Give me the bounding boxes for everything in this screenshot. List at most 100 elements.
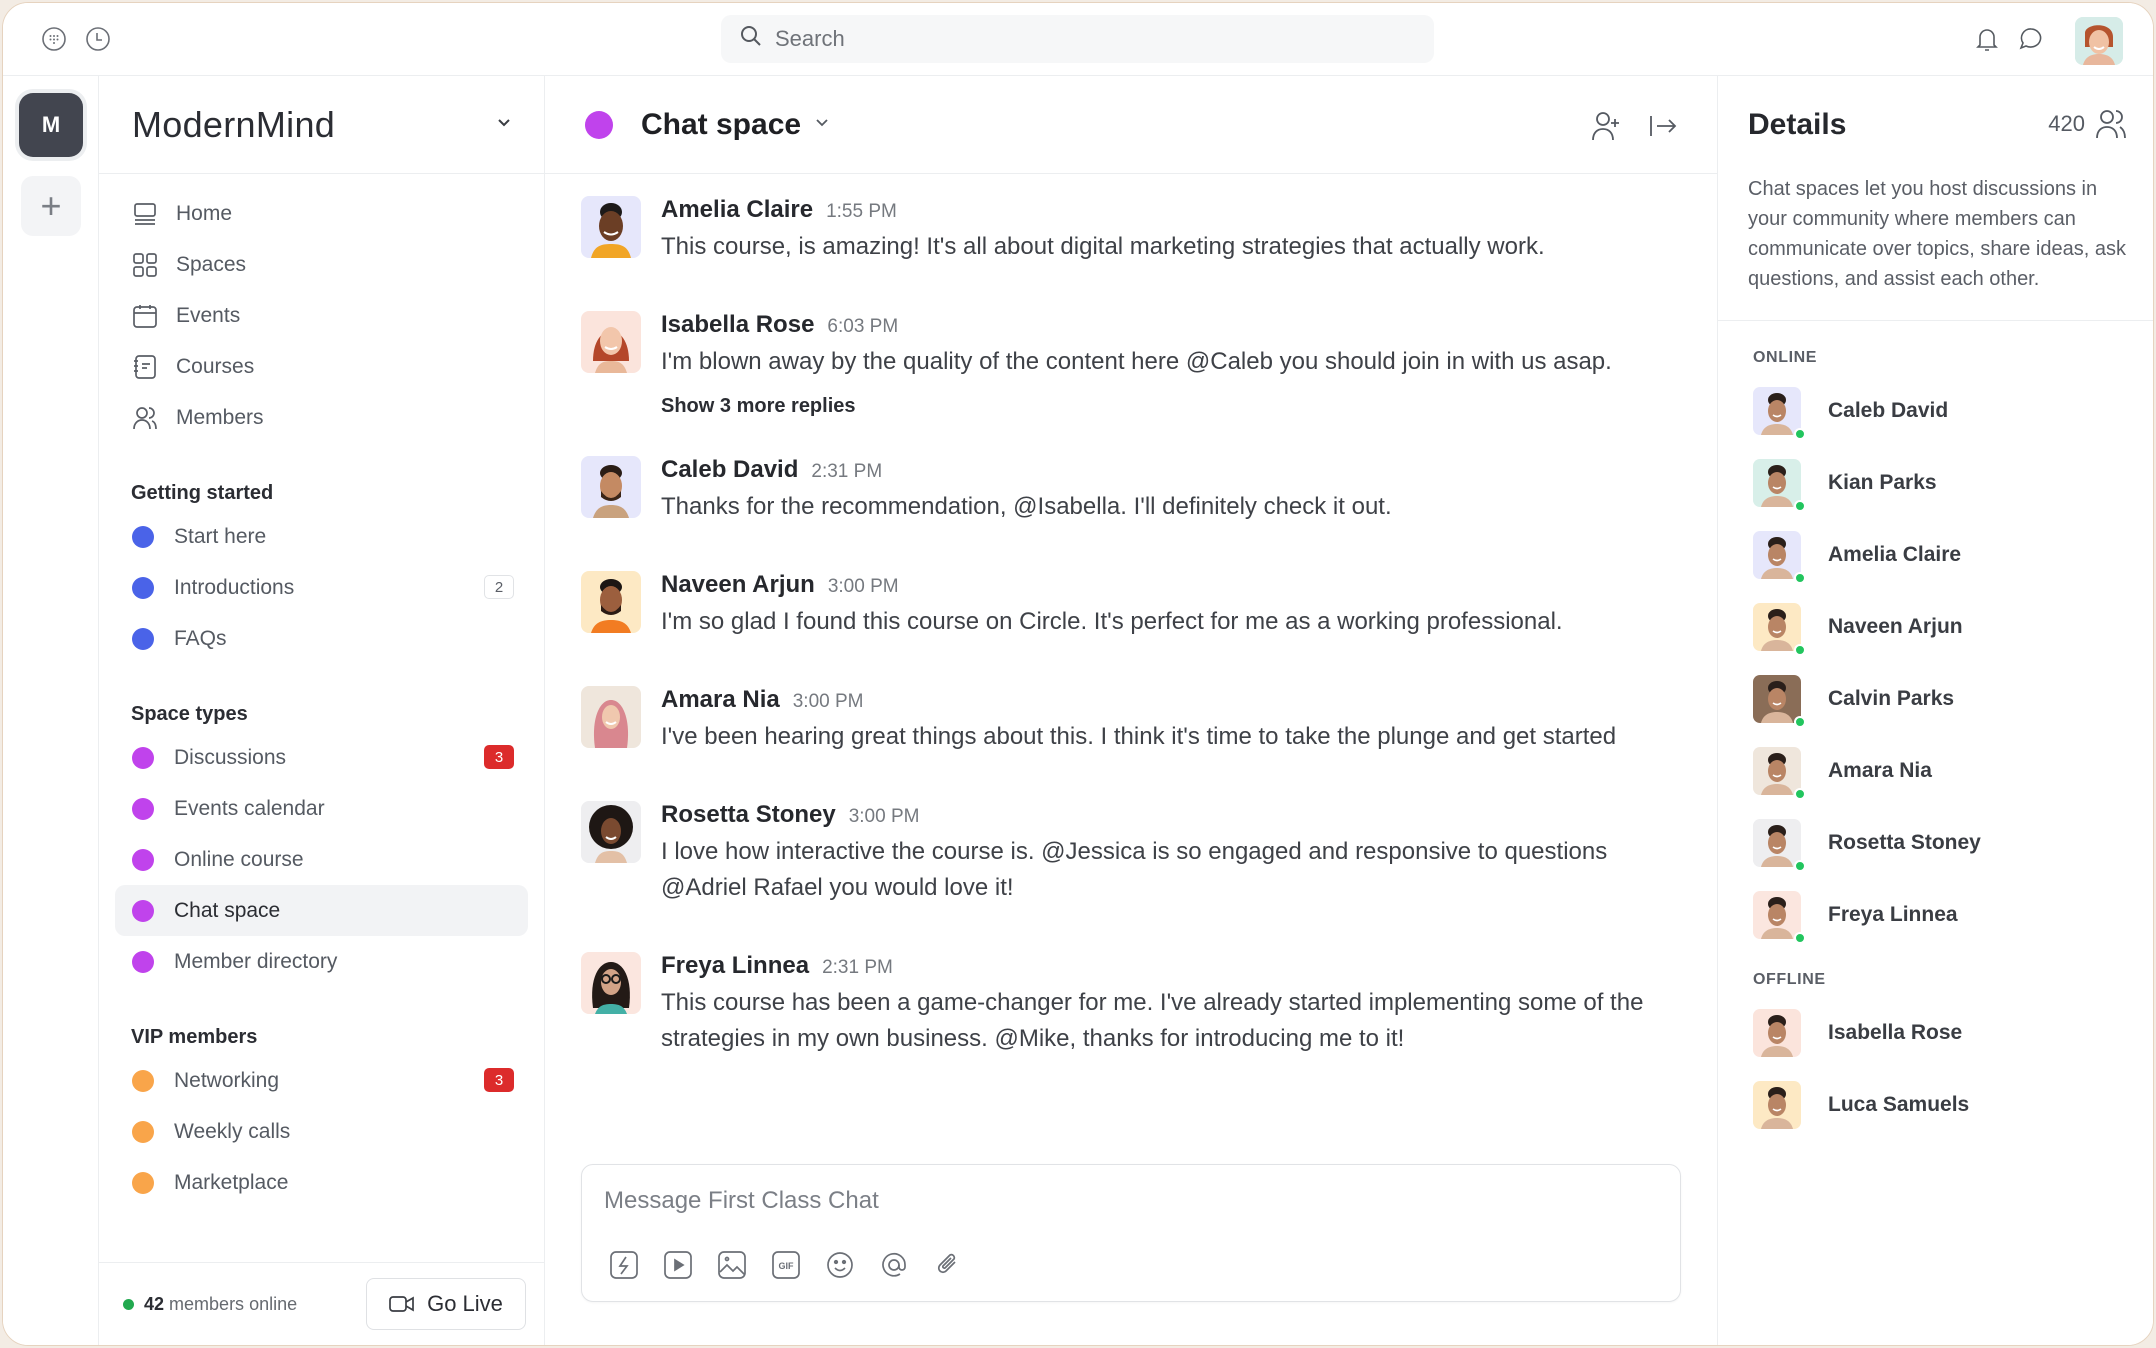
nav-item-members[interactable]: Members <box>99 392 544 443</box>
space-item-networking[interactable]: Networking 3 <box>115 1055 528 1106</box>
members-icon <box>133 406 157 429</box>
member-item[interactable]: Luca Samuels <box>1718 1069 2153 1141</box>
community-header[interactable]: ModernMind <box>99 76 544 174</box>
online-status-indicator <box>1794 572 1806 584</box>
author-avatar[interactable] <box>581 571 641 633</box>
online-count: 42 <box>144 1293 165 1314</box>
author-name[interactable]: Rosetta Stoney <box>661 801 836 829</box>
attachment-icon[interactable] <box>932 1249 964 1281</box>
chat-title[interactable]: Chat space <box>641 108 801 142</box>
space-item-events-calendar[interactable]: Events calendar <box>115 783 528 834</box>
member-count[interactable]: 420 <box>2048 108 2127 140</box>
message-input[interactable] <box>604 1183 1658 1219</box>
member-name: Naveen Arjun <box>1828 615 1963 638</box>
space-item-discussions[interactable]: Discussions 3 <box>115 732 528 783</box>
author-avatar[interactable] <box>581 456 641 518</box>
search-bar[interactable]: Search <box>721 15 1434 63</box>
member-name: Rosetta Stoney <box>1828 831 1981 854</box>
nav-item-courses[interactable]: Courses <box>99 341 544 392</box>
gif-icon[interactable]: GIF <box>770 1249 802 1281</box>
nav-item-home[interactable]: Home <box>99 188 544 239</box>
author-avatar[interactable] <box>581 196 641 258</box>
group-title-getting-started: Getting started <box>131 482 274 504</box>
lightning-icon[interactable] <box>608 1249 640 1281</box>
author-name[interactable]: Amara Nia <box>661 686 780 714</box>
author-name[interactable]: Naveen Arjun <box>661 571 815 599</box>
member-item[interactable]: Amara Nia <box>1718 735 2153 807</box>
member-avatar <box>1753 387 1806 440</box>
collapse-panel-icon[interactable] <box>1645 108 1681 144</box>
author-avatar[interactable] <box>581 686 641 748</box>
space-item-introductions[interactable]: Introductions 2 <box>115 562 528 613</box>
author-name[interactable]: Caleb David <box>661 456 798 484</box>
space-color-dot <box>132 627 154 650</box>
grid-dial-icon[interactable] <box>40 25 68 53</box>
member-item[interactable]: Freya Linnea <box>1718 879 2153 951</box>
video-camera-icon <box>389 1296 414 1312</box>
details-panel: Details 420 Chat spaces let you host dis… <box>1718 76 2153 1345</box>
nav-item-events[interactable]: Events <box>99 290 544 341</box>
member-avatar <box>1753 459 1806 512</box>
space-item-marketplace[interactable]: Marketplace <box>115 1157 528 1208</box>
author-name[interactable]: Amelia Claire <box>661 196 813 224</box>
member-item[interactable]: Calvin Parks <box>1718 663 2153 735</box>
space-item-start-here[interactable]: Start here <box>115 511 528 562</box>
plus-icon: + <box>40 185 62 226</box>
space-color-dot <box>132 848 154 871</box>
space-item-member-directory[interactable]: Member directory <box>115 936 528 987</box>
clock-icon[interactable] <box>84 25 112 53</box>
member-item[interactable]: Rosetta Stoney <box>1718 807 2153 879</box>
message-text: This course has been a game-changer for … <box>661 989 1644 1052</box>
space-label: Chat space <box>174 898 281 922</box>
author-avatar[interactable] <box>581 311 641 373</box>
member-item[interactable]: Caleb David <box>1718 375 2153 447</box>
chat-bubble-icon[interactable] <box>2015 23 2047 55</box>
space-color-dot <box>132 525 154 548</box>
space-item-online-course[interactable]: Online course <box>115 834 528 885</box>
member-item[interactable]: Naveen Arjun <box>1718 591 2153 663</box>
member-name: Luca Samuels <box>1828 1093 1970 1116</box>
online-section-title: ONLINE <box>1753 349 1818 366</box>
member-avatar <box>1753 531 1806 584</box>
member-item[interactable]: Amelia Claire <box>1718 519 2153 591</box>
user-avatar[interactable] <box>2075 17 2123 65</box>
community-switcher-modernmind[interactable]: M <box>19 93 83 157</box>
message-item: Amara Nia 3:00 PM I've been hearing great… <box>581 686 1687 755</box>
unread-badge: 3 <box>484 745 514 769</box>
mention-icon[interactable] <box>878 1249 910 1281</box>
go-live-button[interactable]: Go Live <box>366 1278 526 1330</box>
message-text: I'm so glad I found this course on Circl… <box>661 608 1563 635</box>
member-avatar <box>1753 675 1806 728</box>
search-placeholder: Search <box>775 26 845 51</box>
space-item-weekly-calls[interactable]: Weekly calls <box>115 1106 528 1157</box>
video-play-icon[interactable] <box>662 1249 694 1281</box>
bell-icon[interactable] <box>1971 23 2003 55</box>
message-item: Caleb David 2:31 PM Thanks for the recomm… <box>581 456 1687 525</box>
author-name[interactable]: Freya Linnea <box>661 952 809 980</box>
add-community-button[interactable]: + <box>21 176 81 236</box>
details-title: Details <box>1748 108 1847 141</box>
group-title-vip-members: VIP members <box>131 1026 258 1048</box>
member-item[interactable]: Kian Parks <box>1718 447 2153 519</box>
message-text: Thanks for the recommendation, @Isabella… <box>661 493 1392 520</box>
member-item[interactable]: Isabella Rose <box>1718 997 2153 1069</box>
message-text: I love how interactive the course is. @J… <box>661 838 1608 901</box>
message-time: 3:00 PM <box>848 806 920 827</box>
space-color-dot <box>585 110 613 139</box>
nav-item-spaces[interactable]: Spaces <box>99 239 544 290</box>
author-name[interactable]: Isabella Rose <box>661 311 814 339</box>
emoji-icon[interactable] <box>824 1249 856 1281</box>
show-more-replies-link[interactable]: Show 3 more replies <box>661 395 1687 418</box>
space-item-chat-space[interactable]: Chat space <box>115 885 528 936</box>
author-avatar[interactable] <box>581 952 641 1014</box>
online-status-indicator <box>1794 716 1806 728</box>
member-name: Caleb David <box>1828 399 1949 422</box>
space-color-dot <box>132 1171 154 1194</box>
space-item-faqs[interactable]: FAQs <box>115 613 528 664</box>
author-avatar[interactable] <box>581 801 641 863</box>
chevron-down-icon[interactable] <box>494 112 514 137</box>
image-icon[interactable] <box>716 1249 748 1281</box>
members-online-text: 42 members online <box>144 1294 297 1315</box>
chevron-down-icon[interactable] <box>813 113 831 136</box>
add-member-icon[interactable] <box>1588 108 1624 144</box>
